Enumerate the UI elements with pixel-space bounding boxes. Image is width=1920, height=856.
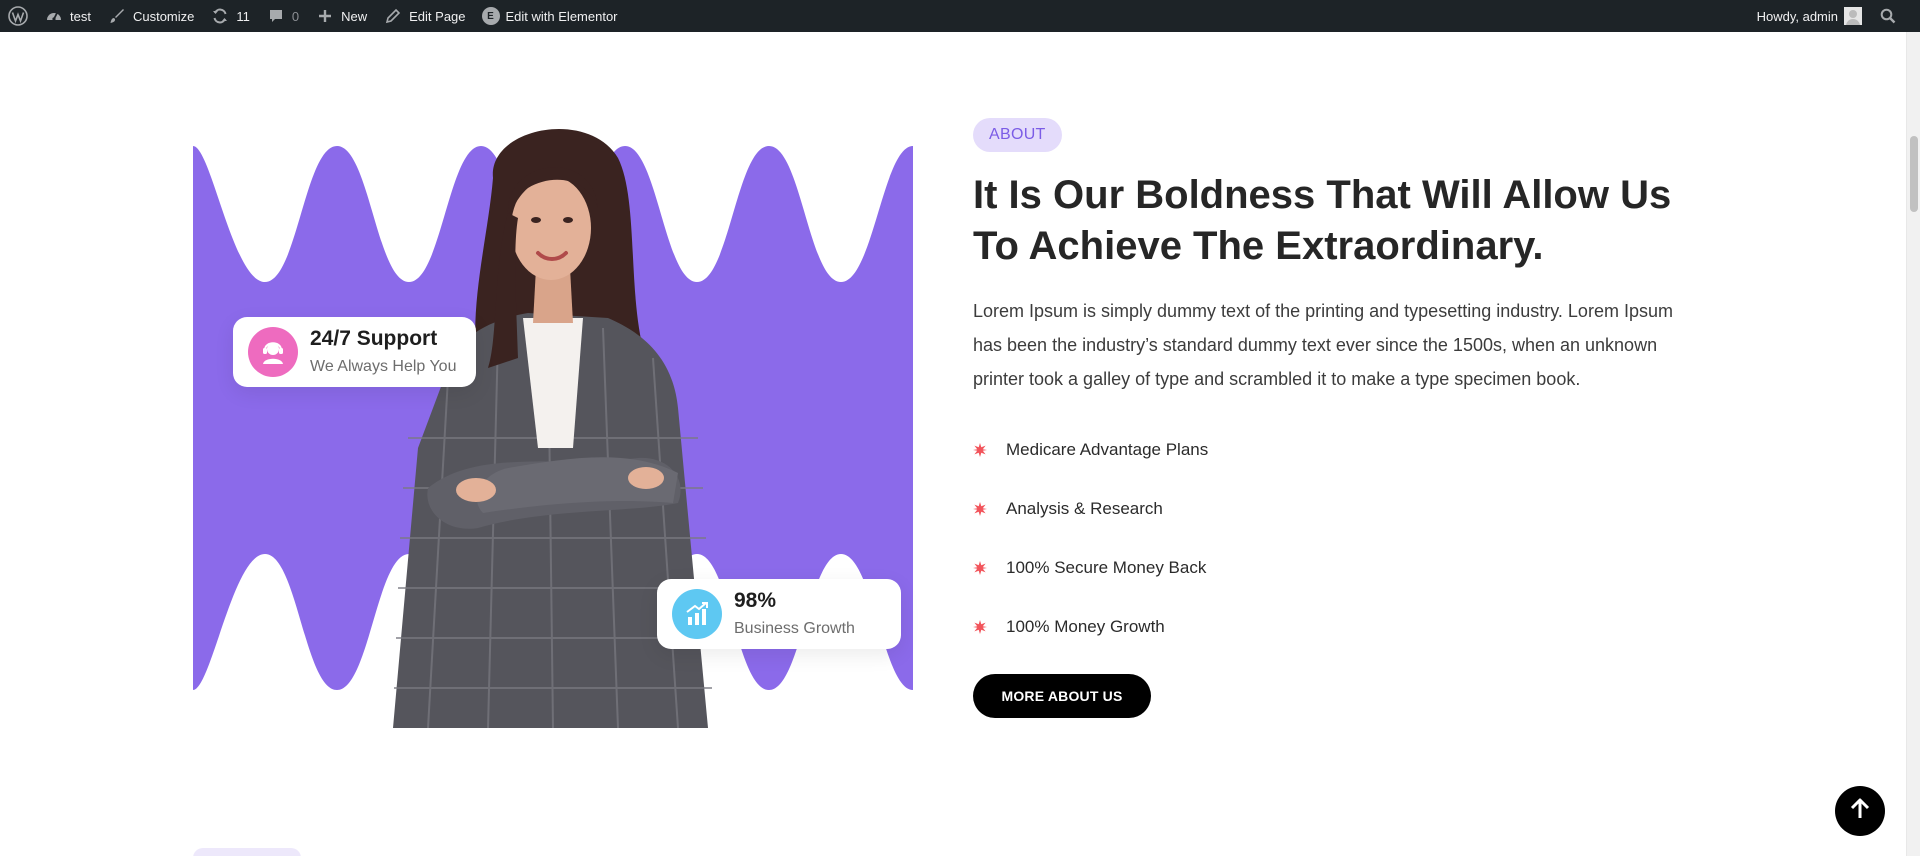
growth-card-subtitle: Business Growth	[734, 620, 855, 637]
page-scrollbar[interactable]	[1906, 32, 1920, 856]
about-tag: ABOUT	[973, 118, 1062, 152]
support-card-title: 24/7 Support	[310, 327, 438, 350]
comments-link[interactable]: 0	[258, 0, 307, 32]
wordpress-icon	[8, 6, 28, 26]
updates-count: 11	[236, 8, 250, 24]
plus-icon	[315, 6, 335, 26]
edit-elementor-link[interactable]: E Edit with Elementor	[474, 0, 626, 32]
about-heading: It Is Our Boldness That Will Allow Us To…	[973, 173, 1672, 268]
comments-count: 0	[291, 8, 300, 24]
growth-card: 98% Business Growth	[657, 579, 901, 649]
back-to-top-button[interactable]	[1835, 786, 1885, 836]
new-content-menu[interactable]: New	[307, 0, 375, 32]
paintbrush-icon	[107, 6, 127, 26]
admin-search[interactable]	[1870, 0, 1906, 32]
feature-item: Medicare Advantage Plans	[973, 420, 1673, 479]
edit-page-label: Edit Page	[409, 8, 466, 24]
updates-icon	[210, 6, 230, 26]
my-account-menu[interactable]: Howdy, admin	[1749, 0, 1870, 32]
site-name: test	[70, 8, 91, 24]
customize-label: Customize	[132, 8, 195, 24]
support-card-subtitle: We Always Help You	[310, 358, 457, 375]
feature-list: Medicare Advantage Plans Analysis & Rese…	[973, 420, 1673, 656]
more-about-us-button[interactable]: MORE ABOUT US	[973, 674, 1151, 718]
wordpress-logo-menu[interactable]	[0, 0, 36, 32]
starburst-bullet-icon	[973, 501, 987, 516]
new-label: New	[341, 8, 368, 24]
feature-label: 100% Money Growth	[1006, 616, 1165, 636]
growth-chart-icon	[672, 589, 722, 639]
avatar	[1844, 7, 1862, 25]
customize-link[interactable]: Customize	[99, 0, 202, 32]
dashboard-icon	[44, 6, 64, 26]
support-card: 24/7 Support We Always Help You	[233, 317, 476, 387]
arrow-up-icon	[1849, 798, 1871, 825]
next-section-tag	[193, 848, 301, 856]
edit-page-link[interactable]: Edit Page	[375, 0, 473, 32]
about-paragraph: Lorem Ipsum is simply dummy text of the …	[973, 301, 1673, 389]
starburst-bullet-icon	[973, 560, 987, 575]
about-content: ABOUT It Is Our Boldness That Will Allow…	[973, 118, 1673, 718]
edit-elementor-label: Edit with Elementor	[505, 8, 618, 24]
elementor-icon: E	[481, 7, 500, 25]
feature-label: 100% Secure Money Back	[1006, 557, 1207, 577]
howdy-label: Howdy, admin	[1756, 8, 1838, 24]
feature-label: Medicare Advantage Plans	[1006, 439, 1209, 459]
admin-bar: test Customize 11 0 New Edit Page E Edit…	[0, 0, 1920, 32]
pencil-icon	[383, 6, 403, 26]
site-name-menu[interactable]: test	[36, 0, 99, 32]
about-image-section: 24/7 Support We Always Help You 98% Busi…	[193, 110, 913, 728]
feature-item: 100% Secure Money Back	[973, 538, 1673, 597]
feature-label: Analysis & Research	[1006, 498, 1163, 518]
starburst-bullet-icon	[973, 619, 987, 634]
growth-card-title: 98%	[734, 589, 777, 612]
starburst-bullet-icon	[973, 442, 987, 457]
search-icon	[1878, 6, 1898, 26]
scrollbar-thumb[interactable]	[1910, 136, 1918, 212]
updates-link[interactable]: 11	[202, 0, 258, 32]
comment-icon	[266, 6, 286, 26]
support-agent-icon	[248, 327, 298, 377]
feature-item: Analysis & Research	[973, 479, 1673, 538]
feature-item: 100% Money Growth	[973, 597, 1673, 656]
